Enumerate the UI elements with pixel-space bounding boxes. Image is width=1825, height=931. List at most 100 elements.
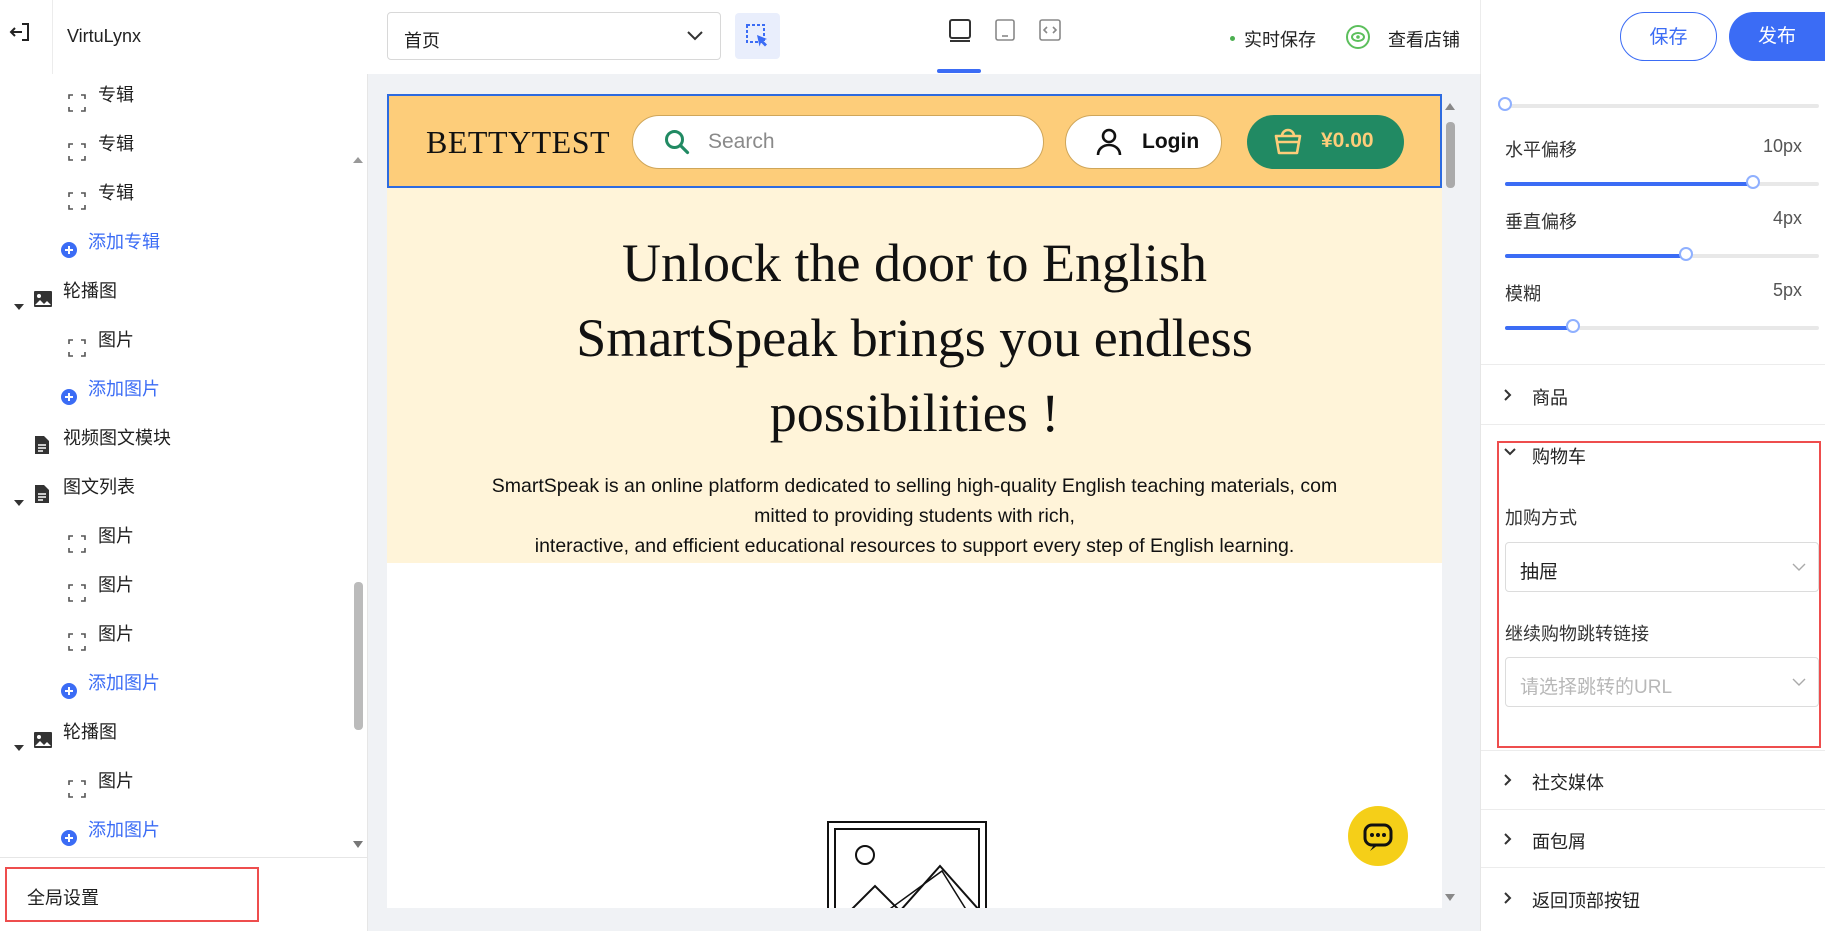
section-label: 面包屑 [1532, 832, 1586, 852]
preview-scrollbar[interactable] [1442, 94, 1459, 908]
site-cart-button[interactable]: ¥0.00 [1247, 115, 1404, 169]
bracket-frame-icon [68, 772, 86, 812]
select-element-button[interactable] [735, 13, 780, 59]
bracket-frame-icon [68, 527, 86, 567]
chat-bubble-icon [1363, 823, 1393, 851]
component-tree-panel: 专辑 专辑 专辑 添加专辑 轮播图 图片 添加图片 视频图文模块 图文列表 图片 图片 图片 添加图片轮… [0, 74, 368, 931]
chat-button[interactable] [1348, 806, 1408, 866]
tree-item[interactable]: 专辑 [0, 75, 350, 115]
hero-description: SmartSpeak is an online platform dedicat… [417, 471, 1412, 561]
section-cart[interactable]: 购物车 [1481, 425, 1825, 483]
chevron-right-icon [1504, 833, 1512, 845]
site-header[interactable]: BETTYTEST Search Login ¥0.00 [387, 94, 1442, 188]
chevron-right-icon [1504, 774, 1512, 786]
slider-knob[interactable] [1746, 175, 1760, 189]
hero-title: Unlock the door to English SmartSpeak br… [387, 226, 1442, 451]
realtime-save-label: 实时保存 [1244, 30, 1316, 50]
bracket-frame-icon [68, 576, 86, 616]
tree-add-button[interactable]: 添加图片 [0, 663, 350, 703]
fullwidth-view-icon[interactable] [1038, 18, 1062, 47]
tree-add-button[interactable]: 添加专辑 [0, 222, 350, 262]
user-icon [1096, 128, 1122, 156]
save-button[interactable]: 保存 [1620, 12, 1717, 61]
tree-item[interactable]: 专辑 [0, 124, 350, 164]
tree-item-label: 图片 [98, 624, 134, 644]
tree-item[interactable]: 图片 [0, 516, 350, 556]
add-mode-select[interactable]: 抽屉 [1505, 542, 1819, 592]
top-slider[interactable] [1498, 97, 1819, 111]
hero-section[interactable]: Unlock the door to English SmartSpeak br… [387, 188, 1442, 563]
tree-add-button[interactable]: 添加图片 [0, 369, 350, 409]
tree-group[interactable]: 轮播图 [0, 271, 350, 311]
image-icon [33, 282, 53, 322]
slider-label: 模糊 [1505, 284, 1541, 304]
site-login-button[interactable]: Login [1065, 115, 1222, 169]
slider-knob[interactable] [1566, 319, 1580, 333]
view-store-link[interactable]: 查看店铺 [1388, 26, 1460, 52]
document-icon [34, 429, 50, 469]
tree-item-label: 图片 [98, 575, 134, 595]
document-icon [34, 478, 50, 518]
add-mode-value: 抽屉 [1520, 562, 1559, 583]
view-store-icon[interactable] [1345, 24, 1371, 55]
hero-desc-line: interactive, and efficient educational r… [534, 535, 1295, 557]
tree-item-label: 图片 [98, 771, 134, 791]
tree-item[interactable]: 专辑 [0, 173, 350, 213]
tree-item-label: 图片 [98, 526, 134, 546]
section-breadcrumb[interactable]: 面包屑 [1481, 810, 1825, 868]
cursor-select-icon [746, 24, 767, 47]
add-circle-icon [60, 674, 78, 714]
blur-slider[interactable] [1505, 319, 1819, 333]
tree-item-label: 添加图片 [88, 379, 160, 399]
add-circle-icon [60, 821, 78, 857]
tree-item-label: 添加图片 [88, 673, 160, 693]
section-social-media[interactable]: 社交媒体 [1481, 751, 1825, 809]
continue-url-select[interactable]: 请选择跳转的URL [1505, 657, 1819, 707]
tree-item-label: 轮播图 [63, 281, 117, 301]
exit-icon[interactable] [8, 20, 32, 49]
search-placeholder: Search [708, 130, 775, 153]
tree-group[interactable]: 轮播图 [0, 712, 350, 752]
vertical-offset-slider[interactable] [1505, 247, 1819, 261]
component-tree: 专辑 专辑 专辑 添加专辑 轮播图 图片 添加图片 视频图文模块 图文列表 图片 图片 图片 添加图片轮… [0, 74, 350, 857]
tree-item-label: 图片 [98, 330, 134, 350]
slider-value: 4px [1772, 208, 1802, 228]
section-label: 购物车 [1532, 447, 1586, 467]
page-select[interactable]: 首页 [387, 12, 721, 60]
horizontal-offset-slider[interactable] [1505, 175, 1819, 189]
section-label: 社交媒体 [1532, 773, 1604, 793]
scroll-down-arrow-icon[interactable] [350, 838, 367, 856]
slider-knob[interactable] [1498, 97, 1512, 111]
tree-item-label: 添加图片 [88, 820, 160, 840]
tree-add-button[interactable]: 添加图片 [0, 810, 350, 850]
tree-item[interactable]: 视频图文模块 [0, 418, 350, 458]
site-search-input[interactable]: Search [632, 115, 1044, 169]
shopping-basket-icon [1274, 128, 1302, 155]
tree-group[interactable]: 图文列表 [0, 467, 350, 507]
continue-link-label: 继续购物跳转链接 [1505, 624, 1649, 644]
bracket-frame-icon [68, 625, 86, 665]
tree-item[interactable]: 图片 [0, 614, 350, 654]
global-settings-button[interactable]: 全局设置 [5, 867, 259, 922]
tablet-view-icon[interactable] [993, 18, 1017, 47]
tree-item[interactable]: 图片 [0, 565, 350, 605]
section-back-to-top[interactable]: 返回顶部按钮 [1481, 869, 1825, 927]
desktop-view-icon[interactable] [948, 18, 972, 47]
slider-value: 5px [1772, 280, 1802, 300]
site-brand[interactable]: BETTYTEST [426, 124, 610, 161]
tree-item-label: 视频图文模块 [63, 428, 171, 448]
publish-button[interactable]: 发布 [1729, 12, 1825, 61]
left-scrollbar[interactable] [350, 154, 367, 921]
tree-item[interactable]: 图片 [0, 761, 350, 801]
tree-item-label: 专辑 [98, 85, 134, 105]
site-preview: BETTYTEST Search Login ¥0.00 Unlock the … [387, 94, 1442, 908]
section-product[interactable]: 商品 [1481, 366, 1825, 424]
chevron-down-icon [1792, 678, 1806, 686]
continue-url-placeholder: 请选择跳转的URL [1520, 677, 1673, 698]
tree-item[interactable]: 图片 [0, 320, 350, 360]
bracket-frame-icon [68, 331, 86, 371]
image-placeholder[interactable] [827, 821, 987, 908]
cart-total: ¥0.00 [1321, 129, 1374, 152]
slider-knob[interactable] [1679, 247, 1693, 261]
hero-title-line: SmartSpeak brings you endless [576, 308, 1253, 368]
